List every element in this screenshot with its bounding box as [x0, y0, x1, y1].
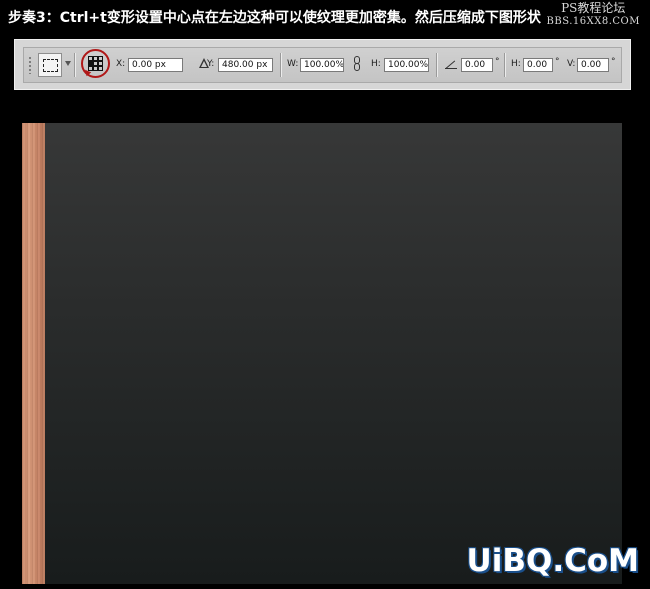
- width-label: W:: [287, 59, 299, 69]
- divider: [280, 53, 282, 77]
- width-scale-field[interactable]: 100.00%: [300, 58, 344, 72]
- x-position-field[interactable]: 0.00 px: [128, 58, 183, 72]
- rotation-degree-unit: °: [495, 57, 500, 67]
- forum-watermark: PS教程论坛 BBS.16XX8.COM: [547, 2, 640, 28]
- skew-vertical-label: V:: [567, 59, 576, 69]
- y-position-field[interactable]: 480.00 px: [218, 58, 273, 72]
- skew-horizontal-field[interactable]: 0.00: [523, 58, 553, 72]
- transform-options-bar: X: 0.00 px Y: 480.00 px W: 100.00% H: 10…: [14, 39, 631, 90]
- height-scale-field[interactable]: 100.00%: [384, 58, 429, 72]
- options-bar-grip[interactable]: [28, 56, 32, 74]
- step-caption: 步奏3：Ctrl+t变形设置中心点在左边这种可以使纹理更加密集。然后压缩成下图形…: [8, 10, 541, 26]
- x-label: X:: [116, 59, 126, 69]
- tool-preset-picker[interactable]: [38, 53, 62, 77]
- skew-vertical-field[interactable]: 0.00: [577, 58, 609, 72]
- reference-point-selector[interactable]: [81, 49, 110, 78]
- skew-horizontal-degree-unit: °: [555, 57, 560, 67]
- skew-vertical-degree-unit: °: [611, 57, 616, 67]
- divider: [74, 53, 76, 77]
- chevron-down-icon[interactable]: [65, 61, 71, 66]
- height-label: H:: [371, 59, 381, 69]
- maintain-aspect-ratio-link-icon[interactable]: [354, 56, 360, 72]
- wood-texture-strip[interactable]: [22, 123, 45, 584]
- divider: [436, 53, 438, 77]
- reference-point-grid-icon: [88, 56, 103, 71]
- rotation-angle-field[interactable]: 0.00: [461, 58, 493, 72]
- forum-watermark-name: PS教程论坛: [561, 1, 626, 15]
- marquee-transform-icon: [43, 59, 58, 72]
- ref-point-bottom-right[interactable]: [98, 66, 103, 71]
- skew-horizontal-label: H:: [511, 59, 521, 69]
- document-canvas[interactable]: [22, 123, 622, 584]
- site-watermark: UiBQ.CoM: [466, 543, 639, 579]
- options-bar-panel: X: 0.00 px Y: 480.00 px W: 100.00% H: 10…: [23, 47, 622, 83]
- divider: [504, 53, 506, 77]
- y-label: Y:: [207, 59, 215, 69]
- rotation-angle-icon: [445, 59, 457, 69]
- forum-watermark-url: BBS.16XX8.COM: [546, 16, 640, 27]
